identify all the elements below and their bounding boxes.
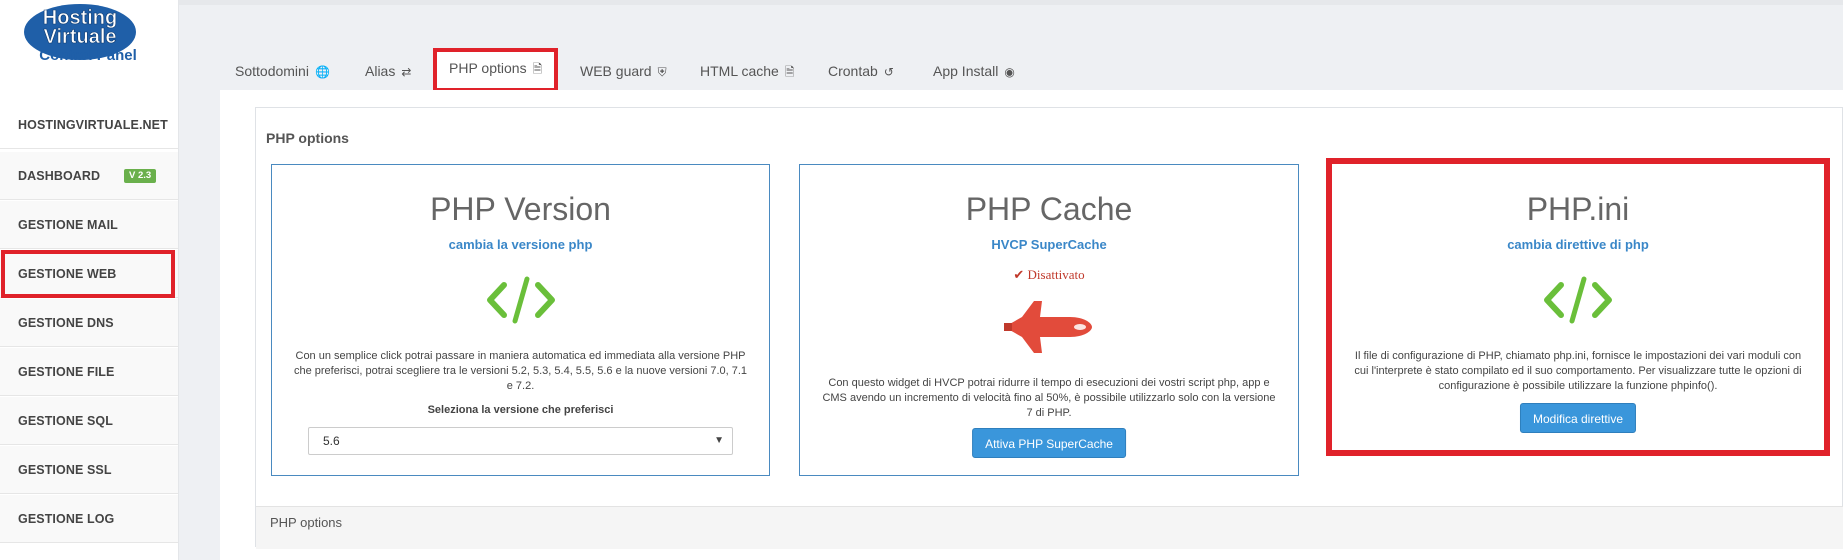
sidebar-item-label: GESTIONE LOG [18, 512, 115, 526]
sidebar-item-label: GESTIONE MAIL [18, 218, 118, 232]
card-title: PHP options [266, 130, 349, 146]
php-version-title: PHP Version [430, 191, 611, 227]
sidebar-item-label: GESTIONE FILE [18, 365, 115, 379]
tab-crontab[interactable]: Crontab ↺ [828, 52, 894, 92]
hosting-virtuale-logo[interactable]: Hosting Virtuale Control Panel [22, 2, 156, 64]
card-footer [256, 506, 1843, 549]
sidebar-brand-label: HOSTINGVIRTUALE.NET [18, 118, 168, 132]
highlight-php-ini [1326, 158, 1830, 456]
sidebar-brand[interactable]: HOSTINGVIRTUALE.NET [0, 101, 178, 149]
sidebar-item-label: GESTIONE DNS [18, 316, 114, 330]
tab-web-guard[interactable]: WEB guard ⛨ [580, 52, 667, 92]
cache-status: ✔ Disattivato [800, 267, 1298, 283]
globe-icon: 🌐 [314, 65, 330, 80]
wordpress-icon: ◉ [1004, 65, 1015, 80]
tab-sottodomini[interactable]: Sottodomini 🌐 [235, 52, 330, 92]
sidebar-item-dashboard[interactable]: DASHBOARD V 2.3 [0, 152, 178, 200]
php-cache-title: PHP Cache [965, 191, 1133, 227]
chevron-down-icon: ▼ [714, 435, 724, 446]
sidebar-item-label: GESTIONE SSL [18, 463, 112, 477]
php-version-description: Con un semplice click potrai passare in … [293, 350, 748, 392]
tab-label: PHP options [449, 60, 527, 76]
php-cache-box: PHP Cache HVCP SuperCache ✔ Disattivato … [799, 164, 1299, 476]
php-version-box: PHP Version cambia la versione php Con u… [271, 164, 770, 476]
file-icon: 🗎 [784, 65, 795, 80]
tab-alias[interactable]: Alias ⇄ [365, 52, 411, 92]
sidebar-item-gestione-dns[interactable]: GESTIONE DNS [0, 299, 178, 347]
tab-label: Alias [365, 63, 396, 79]
select-version-label: Seleziona la versione che preferisci [427, 404, 614, 416]
logo-line2: Virtuale [44, 26, 117, 48]
tab-label: Crontab [828, 63, 878, 79]
sidebar: Hosting Virtuale Control Panel HOSTINGVI… [0, 0, 179, 560]
sidebar-item-gestione-file[interactable]: GESTIONE FILE [0, 348, 178, 396]
shuffle-icon: ⇄ [401, 65, 412, 80]
card-footer-text: PHP options [270, 515, 343, 530]
shield-icon: ⛨ [657, 65, 667, 80]
highlight-gestione-web [1, 250, 175, 298]
tab-label: Sottodomini [235, 63, 309, 79]
logo-line3: Control Panel [39, 47, 137, 64]
code-icon [486, 276, 555, 324]
sidebar-item-gestione-ssl[interactable]: GESTIONE SSL [0, 446, 178, 494]
check-icon: ✔ [1013, 267, 1025, 282]
tab-label: App Install [933, 63, 999, 79]
sidebar-item-gestione-log[interactable]: GESTIONE LOG [0, 495, 178, 543]
history-icon: ↺ [883, 65, 894, 80]
sidebar-item-label: GESTIONE SQL [18, 414, 113, 428]
version-badge: V 2.3 [124, 169, 157, 183]
tab-app-install[interactable]: App Install ◉ [933, 52, 1015, 92]
php-version-subtitle: cambia la versione php [448, 237, 593, 252]
php-cache-description: Con questo widget di HVCP potrai ridurre… [822, 377, 1276, 419]
tab-label: WEB guard [580, 63, 652, 79]
tab-html-cache[interactable]: HTML cache 🗎 [700, 52, 795, 92]
select-value: 5.6 [323, 434, 340, 448]
php-cache-subtitle: HVCP SuperCache [991, 237, 1107, 252]
php-version-select[interactable]: 5.6 ▼ [308, 427, 733, 455]
code-file-icon: 🗎 [532, 62, 543, 77]
space-shuttle-icon [1004, 301, 1092, 353]
activate-supercache-button[interactable]: Attiva PHP SuperCache [972, 428, 1126, 458]
top-strip [179, 0, 1843, 5]
cache-status-label: Disattivato [1027, 267, 1085, 282]
sidebar-item-gestione-mail[interactable]: GESTIONE MAIL [0, 201, 178, 249]
tab-label: HTML cache [700, 63, 779, 79]
sidebar-item-gestione-sql[interactable]: GESTIONE SQL [0, 397, 178, 445]
sidebar-item-label: DASHBOARD [18, 169, 101, 183]
tab-php-options[interactable]: PHP options 🗎 [433, 48, 559, 92]
